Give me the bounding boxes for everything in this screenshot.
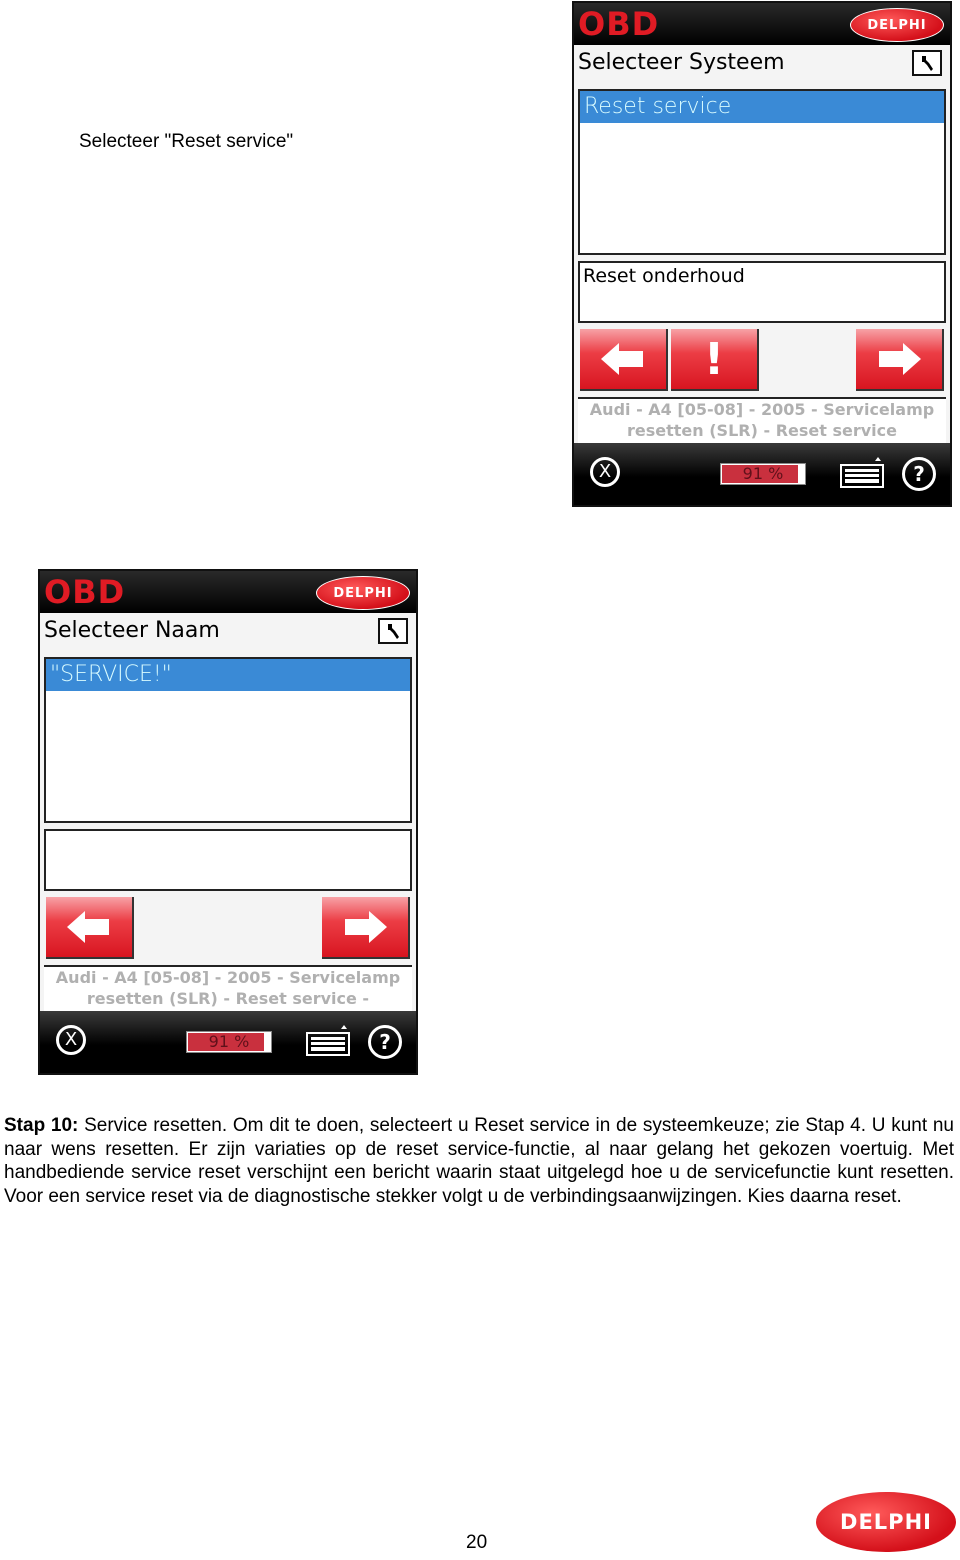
list-item-reset-service[interactable]: Reset service	[580, 91, 944, 123]
delphi-logo: DELPHI	[316, 576, 410, 610]
obd-brand: OBD	[578, 5, 660, 43]
close-icon[interactable]: X	[56, 1025, 86, 1055]
step-text: Service resetten. Om dit te doen, select…	[4, 1115, 954, 1207]
device-footer: X 91 % ?	[574, 443, 950, 505]
screen-title: Selecteer Naam	[44, 613, 412, 653]
delphi-logo: DELPHI	[850, 8, 944, 42]
help-icon[interactable]: ?	[368, 1025, 402, 1059]
step-paragraph: Stap 10: Service resetten. Om dit te doe…	[4, 1114, 954, 1208]
name-list: "SERVICE!"	[44, 657, 412, 823]
step-lead: Stap 10:	[4, 1115, 79, 1136]
warning-button[interactable]: !	[671, 329, 759, 391]
device-screen-select-name: OBD DELPHI Selecteer Naam "SERVICE!" Aud…	[38, 569, 418, 1075]
help-icon[interactable]: ?	[902, 457, 936, 491]
vehicle-info-line1: Audi - A4 [05-08] - 2005 - Servicelamp	[589, 400, 935, 419]
system-list: Reset service	[578, 89, 946, 255]
step-caption: Selecteer "Reset service"	[79, 131, 294, 152]
keyboard-icon[interactable]	[840, 457, 884, 489]
wrench-icon[interactable]	[912, 50, 942, 76]
description-box	[44, 829, 412, 891]
device-header: OBD DELPHI	[574, 3, 950, 45]
wrench-icon[interactable]	[378, 618, 408, 644]
screen-title-text: Selecteer Naam	[44, 618, 220, 643]
screen-title: Selecteer Systeem	[578, 45, 946, 85]
delphi-footer-logo-text: DELPHI	[840, 1510, 932, 1534]
list-item-service[interactable]: "SERVICE!"	[46, 659, 410, 691]
device-footer: X 91 % ?	[40, 1011, 416, 1073]
next-button[interactable]	[322, 897, 410, 959]
vehicle-info-line2: resetten (SLR) - Reset service	[627, 421, 897, 440]
exclamation-icon: !	[703, 333, 725, 385]
arrow-left-icon	[67, 911, 109, 943]
battery-progress: 91 %	[720, 463, 806, 485]
arrow-right-icon	[345, 911, 387, 943]
progress-label: 91 %	[208, 1032, 250, 1051]
arrow-right-icon	[879, 343, 921, 375]
vehicle-info: Audi - A4 [05-08] - 2005 - Servicelamp r…	[578, 397, 946, 447]
device-screen-select-system: OBD DELPHI Selecteer Systeem Reset servi…	[572, 1, 952, 507]
delphi-logo-text: DELPHI	[867, 17, 927, 33]
page-number: 20	[466, 1532, 488, 1553]
obd-brand: OBD	[44, 573, 126, 611]
delphi-footer-logo: DELPHI	[816, 1492, 956, 1552]
vehicle-info: Audi - A4 [05-08] - 2005 - Servicelamp r…	[44, 965, 412, 1015]
next-button[interactable]	[856, 329, 944, 391]
arrow-left-icon	[601, 343, 643, 375]
screen-title-text: Selecteer Systeem	[578, 50, 785, 75]
keyboard-icon[interactable]	[306, 1025, 350, 1057]
description-box: Reset onderhoud	[578, 261, 946, 323]
back-button[interactable]	[46, 897, 134, 959]
progress-label: 91 %	[742, 464, 784, 483]
vehicle-info-line2: resetten (SLR) - Reset service -	[86, 989, 370, 1008]
delphi-logo-text: DELPHI	[333, 585, 393, 601]
device-header: OBD DELPHI	[40, 571, 416, 613]
back-button[interactable]	[580, 329, 668, 391]
close-icon[interactable]: X	[590, 457, 620, 487]
battery-progress: 91 %	[186, 1031, 272, 1053]
vehicle-info-line1: Audi - A4 [05-08] - 2005 - Servicelamp	[55, 968, 401, 987]
